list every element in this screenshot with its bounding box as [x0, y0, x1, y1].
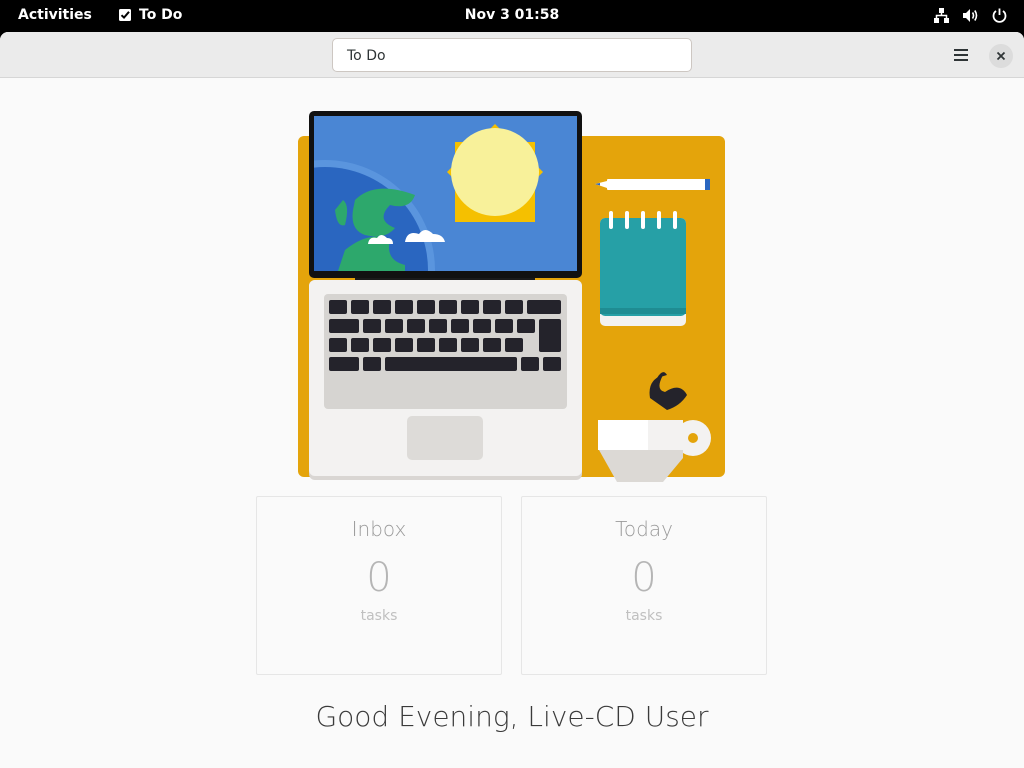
app-window: To Do Inbox 0 tasks Today 0 tasks Good E…	[0, 32, 1024, 768]
greeting-text: Good Evening, Live-CD User	[315, 700, 709, 733]
system-tray[interactable]	[933, 7, 1008, 24]
activities-button[interactable]: Activities	[18, 7, 92, 23]
title-entry[interactable]: To Do	[332, 38, 692, 72]
pen	[595, 179, 710, 190]
hamburger-icon	[954, 49, 968, 61]
header-bar: To Do	[0, 32, 1024, 78]
inbox-card-title: Inbox	[351, 517, 407, 541]
close-icon	[996, 51, 1006, 61]
top-bar: Activities To Do Nov 3 01:58	[0, 0, 1024, 32]
inbox-card[interactable]: Inbox 0 tasks	[256, 496, 502, 675]
today-task-unit: tasks	[625, 608, 663, 624]
todo-app-icon	[118, 8, 132, 22]
network-icon[interactable]	[933, 7, 950, 24]
trackpad	[407, 416, 483, 460]
volume-icon[interactable]	[962, 7, 979, 24]
inbox-task-count: 0	[366, 555, 392, 601]
today-card-title: Today	[615, 517, 673, 541]
desk-illustration	[298, 111, 725, 482]
today-task-count: 0	[631, 555, 657, 601]
app-menu-label: To Do	[139, 7, 183, 23]
main-menu-button[interactable]	[946, 41, 976, 69]
power-icon[interactable]	[991, 7, 1008, 24]
today-card[interactable]: Today 0 tasks	[521, 496, 767, 675]
notepad	[600, 211, 686, 326]
clock[interactable]: Nov 3 01:58	[465, 7, 560, 23]
close-button[interactable]	[989, 44, 1013, 68]
sun	[451, 128, 539, 216]
inbox-task-unit: tasks	[360, 608, 398, 624]
app-menu[interactable]: To Do	[118, 7, 182, 23]
